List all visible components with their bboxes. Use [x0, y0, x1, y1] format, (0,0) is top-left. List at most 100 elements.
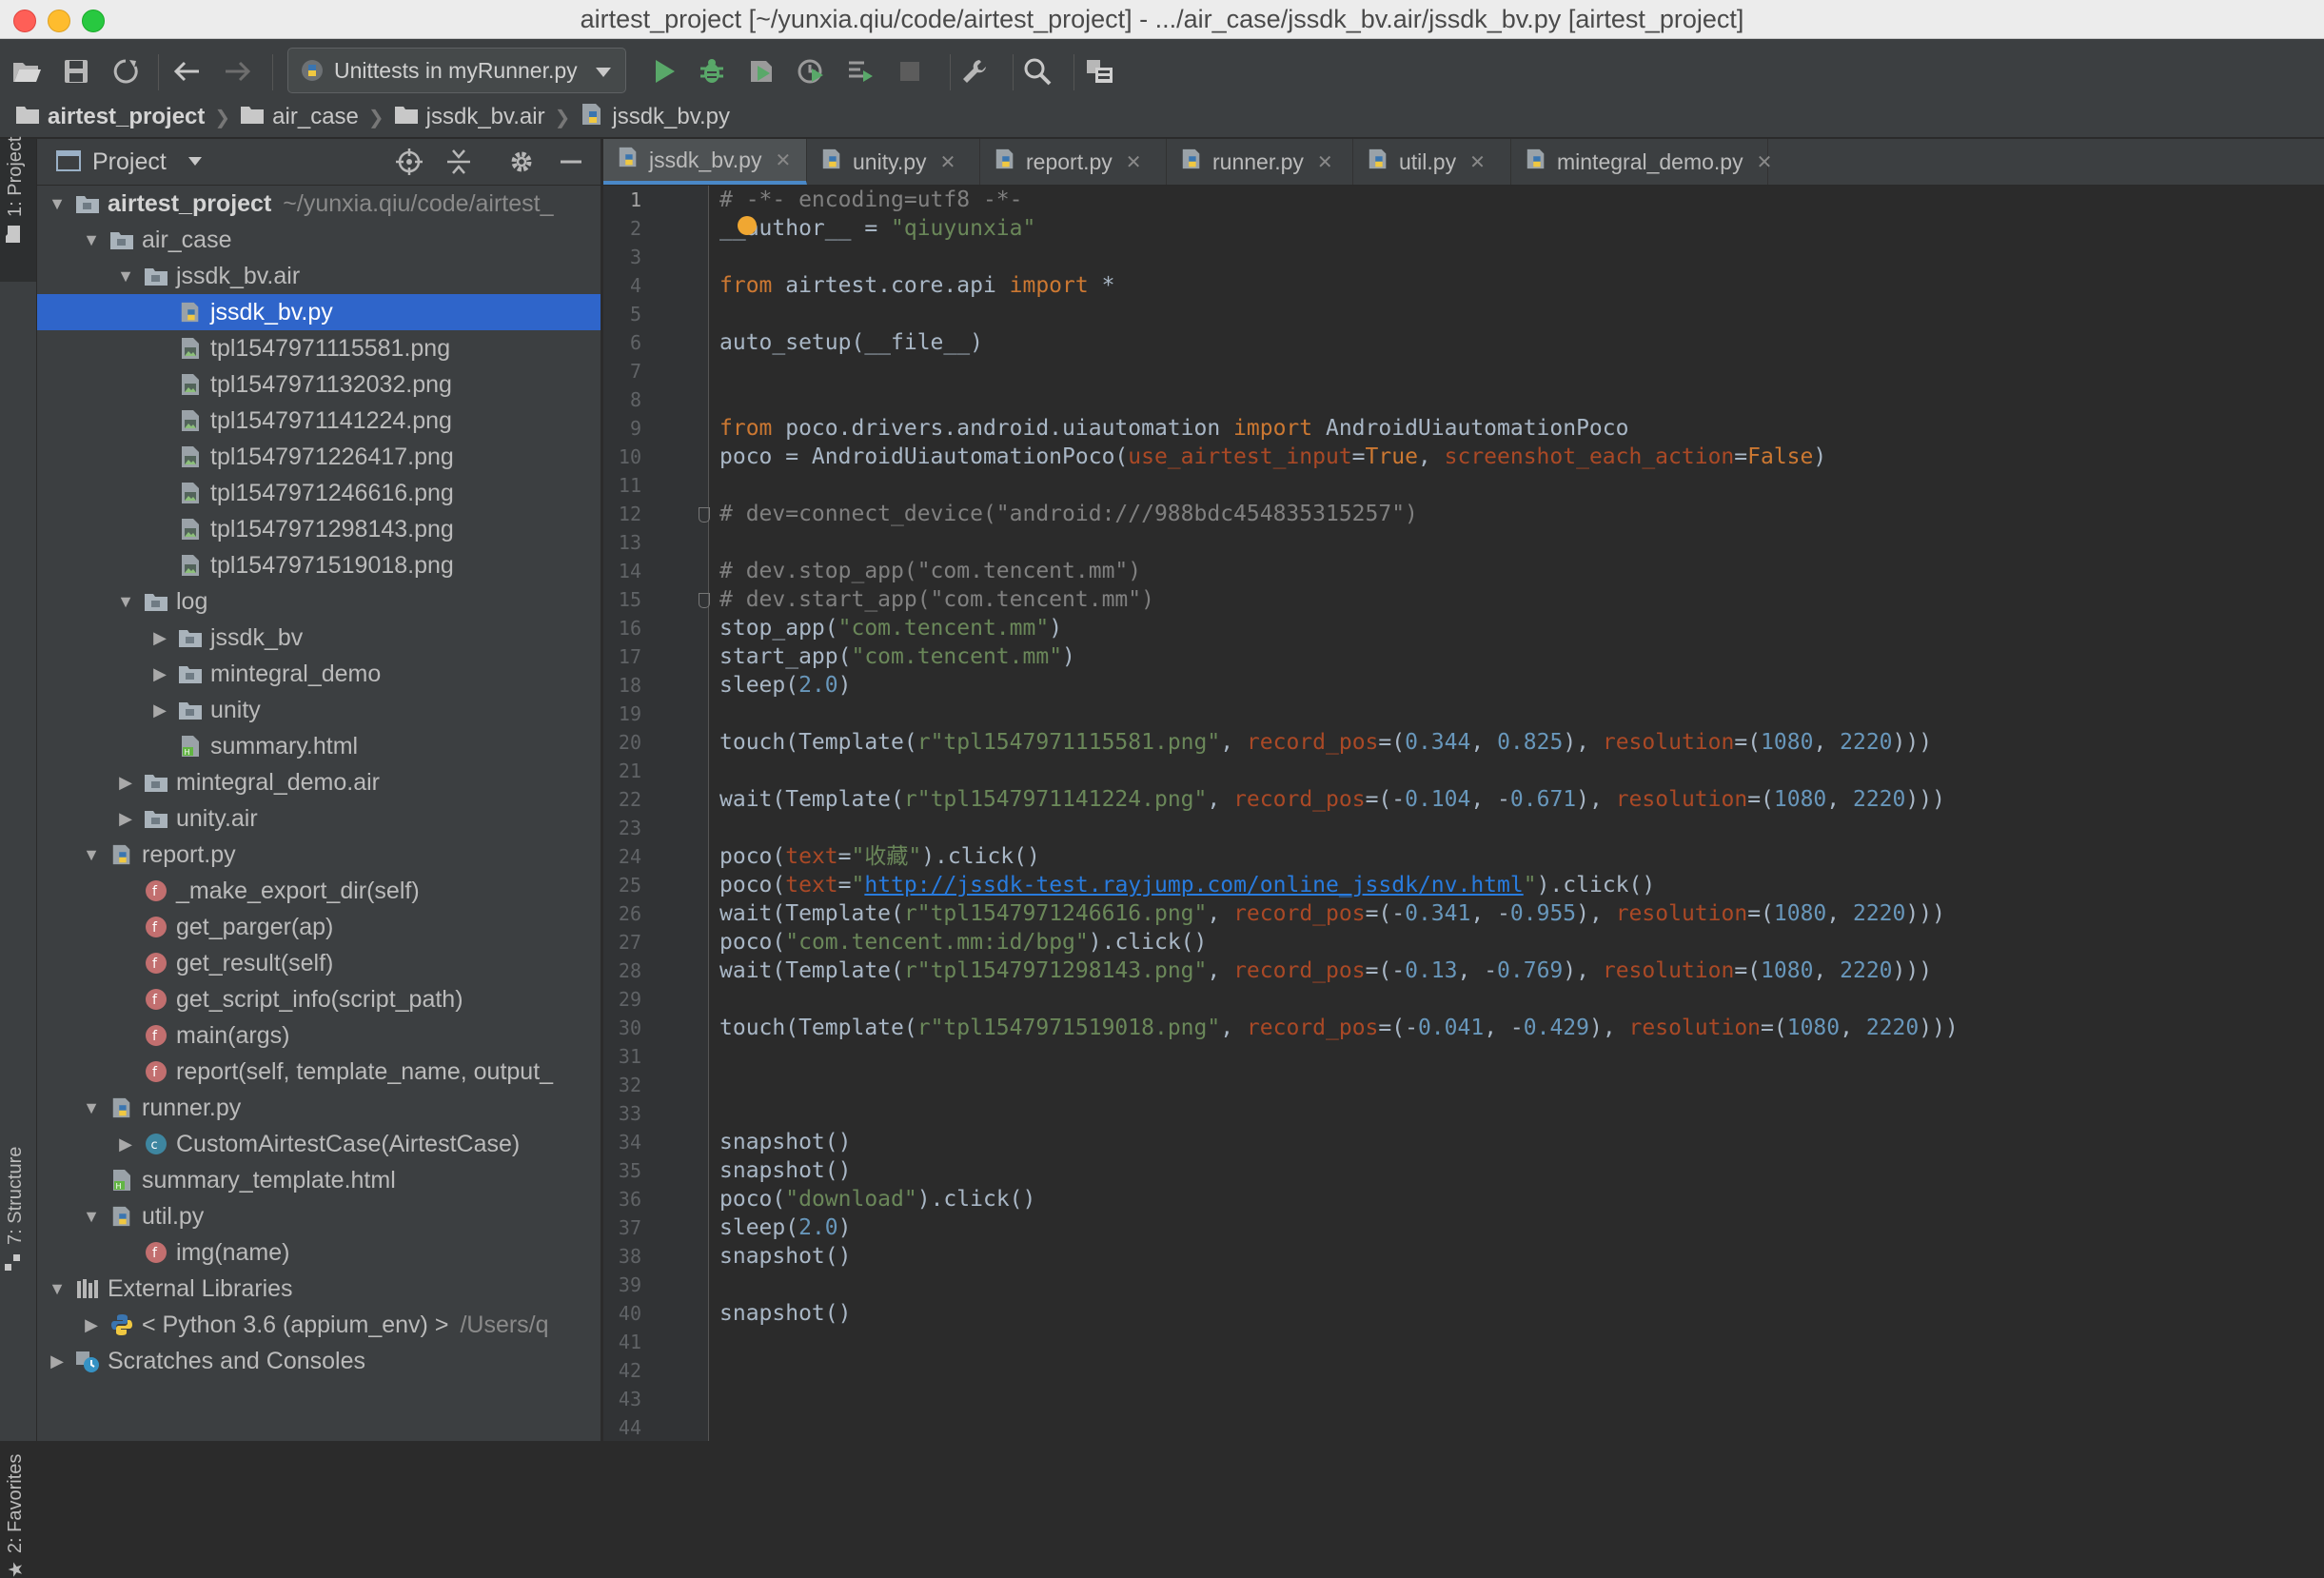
- tab-mintegral-demo-py[interactable]: mintegral_demo.py ✕: [1511, 139, 1772, 185]
- chevron-right-icon[interactable]: ▶: [81, 1315, 102, 1335]
- close-tab-icon[interactable]: ✕: [1469, 150, 1486, 174]
- chevron-right-icon[interactable]: ▶: [115, 809, 136, 829]
- tree-item[interactable]: ▼ util.py: [37, 1198, 601, 1234]
- tree-item[interactable]: f img(name): [37, 1234, 601, 1271]
- stop-icon[interactable]: [891, 52, 929, 90]
- tree-item[interactable]: ▼ airtest_project ~/yunxia.qiu/code/airtes…: [37, 186, 601, 222]
- tree-item[interactable]: ▼ External Libraries: [37, 1271, 601, 1307]
- tree-item[interactable]: jssdk_bv.py: [37, 294, 601, 330]
- coverage-icon[interactable]: [742, 52, 780, 90]
- tree-item[interactable]: tpl1547971115581.png: [37, 330, 601, 366]
- breadcrumb-item-jssdk-bv-air[interactable]: jssdk_bv.air: [394, 104, 545, 131]
- save-icon[interactable]: [57, 52, 95, 90]
- run-configuration-select[interactable]: Unittests in myRunner.py: [287, 48, 626, 93]
- code-token[interactable]: http://jssdk-test.rayjump.com/online_jss…: [864, 873, 1523, 897]
- close-tab-icon[interactable]: ✕: [775, 148, 791, 172]
- fold-marker-icon[interactable]: [699, 593, 710, 608]
- code-line: poco = AndroidUiautomationPoco(use_airte…: [719, 443, 1826, 471]
- tab-util-py[interactable]: util.py ✕: [1353, 139, 1511, 185]
- tree-item[interactable]: f get_parger(ap): [37, 909, 601, 945]
- code-token: ,: [1826, 787, 1853, 812]
- chevron-down-icon[interactable]: ▼: [81, 845, 102, 865]
- project-tool-tab[interactable]: 1: Project: [4, 137, 27, 244]
- tree-item[interactable]: ▶ mintegral_demo: [37, 656, 601, 692]
- function-icon: f: [144, 952, 168, 975]
- tree-item[interactable]: tpl1547971519018.png: [37, 547, 601, 583]
- back-arrow-icon[interactable]: [167, 52, 206, 90]
- run-icon[interactable]: [645, 52, 683, 90]
- breadcrumb-item-project[interactable]: airtest_project: [15, 104, 205, 131]
- tree-item[interactable]: ▼ log: [37, 583, 601, 620]
- tree-item[interactable]: f get_script_info(script_path): [37, 981, 601, 1017]
- chevron-down-icon[interactable]: ▼: [115, 266, 136, 286]
- tree-item[interactable]: ▶ < Python 3.6 (appium_env) > /Users/q: [37, 1307, 601, 1343]
- close-tab-icon[interactable]: ✕: [1126, 150, 1142, 174]
- forward-arrow-icon[interactable]: [219, 52, 257, 90]
- structure-tool-tab[interactable]: 7: Structure: [4, 1147, 27, 1272]
- close-tab-icon[interactable]: ✕: [1317, 150, 1333, 174]
- tree-item[interactable]: tpl1547971132032.png: [37, 366, 601, 403]
- chevron-right-icon[interactable]: ▶: [149, 628, 170, 648]
- collapse-all-icon[interactable]: [444, 148, 473, 181]
- hide-panel-icon[interactable]: [557, 148, 585, 181]
- chevron-down-icon[interactable]: ▼: [81, 1207, 102, 1227]
- debug-icon[interactable]: [693, 52, 731, 90]
- concurrency-icon[interactable]: [841, 52, 879, 90]
- chevron-down-icon[interactable]: ▼: [115, 592, 136, 612]
- chevron-right-icon[interactable]: ▶: [149, 700, 170, 720]
- tree-item[interactable]: tpl1547971141224.png: [37, 403, 601, 439]
- tree-item[interactable]: ▶ unity: [37, 692, 601, 728]
- code-token: snapshot(): [719, 1130, 852, 1154]
- tree-item[interactable]: ▼ air_case: [37, 222, 601, 258]
- profile-icon[interactable]: [792, 52, 830, 90]
- code-editor[interactable]: # -*- encoding=utf8 -*- __author__ = "qiu…: [710, 186, 2324, 1441]
- tree-item[interactable]: f report(self, template_name, output_: [37, 1054, 601, 1090]
- tree-item[interactable]: f _make_export_dir(self): [37, 873, 601, 909]
- chevron-down-icon[interactable]: [187, 154, 203, 171]
- tree-item[interactable]: ▼ jssdk_bv.air: [37, 258, 601, 294]
- chevron-down-icon[interactable]: ▼: [47, 194, 68, 214]
- favorites-tool-tab[interactable]: ★ 2: Favorites: [4, 1454, 28, 1578]
- intention-bulb-icon[interactable]: [738, 216, 757, 235]
- tree-item-label: jssdk_bv.py: [210, 298, 333, 325]
- close-tab-icon[interactable]: ✕: [940, 150, 956, 174]
- fold-marker-icon[interactable]: [699, 507, 710, 523]
- tree-item[interactable]: ▶ mintegral_demo.air: [37, 764, 601, 800]
- tree-item[interactable]: Hsummary_template.html: [37, 1162, 601, 1198]
- python-file-icon: [109, 1096, 134, 1119]
- tree-item[interactable]: Hsummary.html: [37, 728, 601, 764]
- locate-file-icon[interactable]: [395, 148, 423, 181]
- tree-item[interactable]: ▼ report.py: [37, 837, 601, 873]
- tab-jssdk-bv-py[interactable]: jssdk_bv.py ✕: [603, 139, 807, 185]
- project-view-title[interactable]: Project: [92, 148, 167, 176]
- tree-item[interactable]: f get_result(self): [37, 945, 601, 981]
- gear-icon[interactable]: [507, 148, 536, 181]
- chevron-right-icon[interactable]: ▶: [115, 1134, 136, 1154]
- tab-runner-py[interactable]: runner.py ✕: [1167, 139, 1353, 185]
- tree-item[interactable]: ▶ unity.air: [37, 800, 601, 837]
- sync-icon[interactable]: [107, 52, 145, 90]
- tree-item[interactable]: ▶ Scratches and Consoles: [37, 1343, 601, 1379]
- tree-item[interactable]: ▼ runner.py: [37, 1090, 601, 1126]
- tree-item[interactable]: tpl1547971226417.png: [37, 439, 601, 475]
- tab-report-py[interactable]: report.py ✕: [980, 139, 1167, 185]
- tree-item[interactable]: ▶ c CustomAirtestCase(AirtestCase): [37, 1126, 601, 1162]
- open-folder-icon[interactable]: [8, 52, 46, 90]
- chevron-right-icon[interactable]: ▶: [47, 1351, 68, 1371]
- chevron-down-icon[interactable]: ▼: [81, 230, 102, 250]
- breadcrumb-item-jssdk-bv-py[interactable]: jssdk_bv.py: [580, 102, 730, 133]
- chevron-right-icon[interactable]: ▶: [115, 773, 136, 793]
- sdk-manager-icon[interactable]: [1081, 52, 1119, 90]
- close-tab-icon[interactable]: ✕: [1757, 150, 1773, 174]
- tree-item[interactable]: ▶ jssdk_bv: [37, 620, 601, 656]
- chevron-down-icon[interactable]: ▼: [47, 1279, 68, 1299]
- tab-unity-py[interactable]: unity.py ✕: [807, 139, 980, 185]
- chevron-down-icon[interactable]: ▼: [81, 1098, 102, 1118]
- tree-item[interactable]: f main(args): [37, 1017, 601, 1054]
- search-icon[interactable]: [1018, 52, 1056, 90]
- breadcrumb-item-air-case[interactable]: air_case: [240, 104, 359, 131]
- chevron-right-icon[interactable]: ▶: [149, 664, 170, 684]
- tree-item[interactable]: tpl1547971246616.png: [37, 475, 601, 511]
- tree-item[interactable]: tpl1547971298143.png: [37, 511, 601, 547]
- wrench-icon[interactable]: [955, 52, 994, 90]
